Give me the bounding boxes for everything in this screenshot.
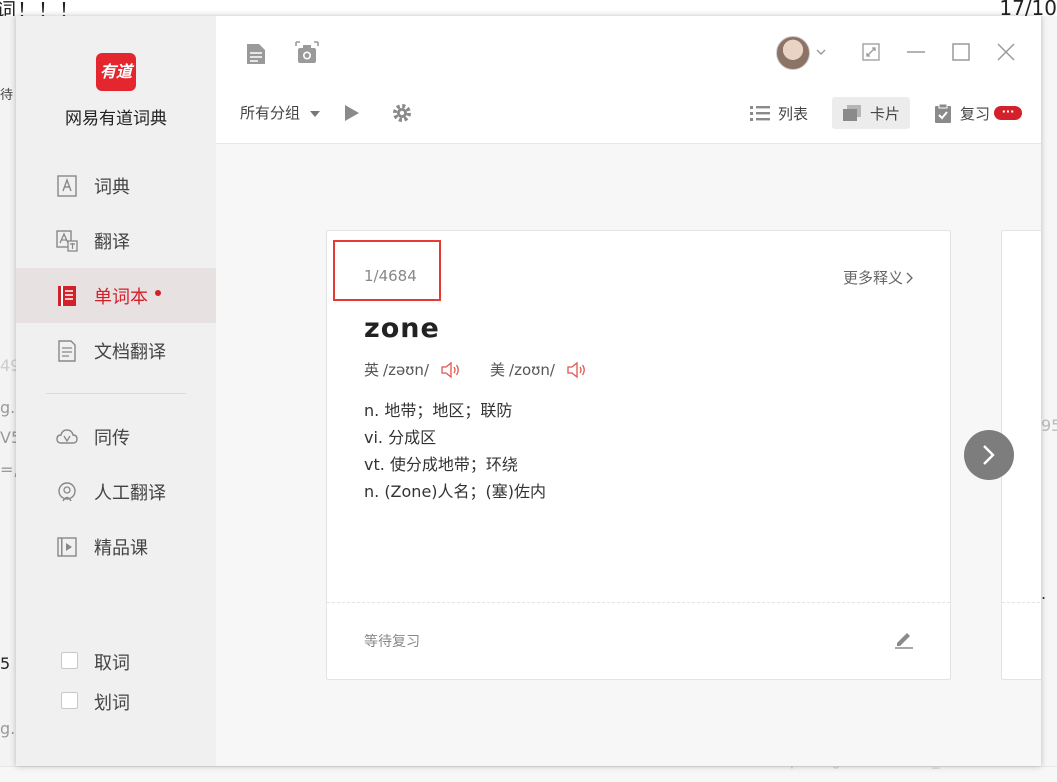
sidebar-item-human-translate[interactable]: 人工翻译 xyxy=(16,464,216,519)
uk-pronunciation: 英 /zəʊn/ xyxy=(364,359,461,380)
sidebar: 有道 网易有道词典 词典 翻译 单词本 文档翻译 同传 人工翻译 精品课 取词 … xyxy=(16,16,216,766)
speaker-icon[interactable] xyxy=(441,361,461,379)
us-phonetic: /zoʊn/ xyxy=(509,360,555,379)
wordbook-icon xyxy=(58,285,76,306)
mini-mode-icon[interactable] xyxy=(861,42,881,62)
notification-dot xyxy=(155,290,161,296)
sidebar-divider xyxy=(46,393,186,394)
sidebar-item-label: 文档翻译 xyxy=(94,341,166,363)
more-definitions-link[interactable]: 更多释义 xyxy=(843,267,914,288)
review-button[interactable]: 复习 ··· xyxy=(924,97,1032,129)
definitions-list: n. 地带；地区；联防 vi. 分成区 vt. 使分成地带；环绕 n. (Zon… xyxy=(364,397,546,505)
avatar[interactable] xyxy=(776,36,810,70)
card-counter: 1/4684 xyxy=(364,267,417,285)
us-pronunciation: 美 /zoʊn/ xyxy=(490,359,587,380)
definition-line: n. 地带；地区；联防 xyxy=(364,401,513,420)
sidebar-item-label: 词典 xyxy=(94,176,130,198)
checkbox[interactable] xyxy=(61,652,78,669)
card-divider xyxy=(327,602,950,603)
background-fragment: g. xyxy=(0,398,16,417)
sidebar-item-label: 精品课 xyxy=(94,537,148,559)
review-badge: ··· xyxy=(994,106,1023,120)
sidebar-item-label: 翻译 xyxy=(94,231,130,253)
select-word-checkbox[interactable]: 划词 xyxy=(16,686,216,716)
sidebar-item-document-translate[interactable]: 文档翻译 xyxy=(16,323,216,378)
background-top-bar: 词！！！ 17/10 xyxy=(0,0,1057,22)
chevron-down-icon xyxy=(310,110,321,117)
checkbox-label: 划词 xyxy=(94,693,130,714)
chevron-down-icon[interactable] xyxy=(816,49,826,56)
gear-icon[interactable] xyxy=(392,103,412,123)
background-fragment: =, xyxy=(0,460,16,479)
play-icon[interactable] xyxy=(344,104,360,122)
app-window: 有道 网易有道词典 词典 翻译 单词本 文档翻译 同传 人工翻译 精品课 取词 … xyxy=(16,16,1041,766)
next-card-button[interactable] xyxy=(964,430,1014,480)
sidebar-item-translate[interactable]: 翻译 xyxy=(16,213,216,268)
background-fragment: 待 xyxy=(0,88,14,103)
view-list-button[interactable]: 列表 xyxy=(740,97,818,129)
view-list-label: 列表 xyxy=(778,104,809,123)
simultaneous-icon xyxy=(56,428,78,444)
checkbox-label: 取词 xyxy=(94,653,130,674)
checkbox[interactable] xyxy=(61,692,78,709)
screenshot-camera-icon[interactable] xyxy=(295,41,319,65)
maximize-icon[interactable] xyxy=(951,42,971,62)
headword: zone xyxy=(364,313,440,344)
review-label: 复习 xyxy=(960,104,991,123)
us-label: 美 xyxy=(490,361,506,379)
chevron-right-icon xyxy=(983,445,995,465)
speaker-icon[interactable] xyxy=(567,361,587,379)
uk-label: 英 xyxy=(364,361,380,379)
word-card: 1/4684 更多释义 zone 英 /zəʊn/ 美 /zoʊn/ n. 地带… xyxy=(326,230,951,680)
background-right-strip: 95 . xyxy=(1041,16,1057,766)
sidebar-item-wordbook[interactable]: 单词本 xyxy=(16,268,216,323)
sidebar-item-label: 同传 xyxy=(94,427,130,449)
view-card-label: 卡片 xyxy=(870,104,901,123)
sidebar-item-label: 单词本 xyxy=(94,286,148,308)
view-card-button[interactable]: 卡片 xyxy=(832,97,911,129)
clipboard-check-icon xyxy=(935,103,951,123)
background-fragment: 5 xyxy=(0,654,11,673)
human-translate-icon xyxy=(58,481,76,501)
definition-line: n. (Zone)人名；(塞)佐内 xyxy=(364,482,547,501)
group-select-value: 所有分组 xyxy=(240,104,301,122)
minimize-icon[interactable] xyxy=(906,42,926,62)
card-divider xyxy=(1002,602,1041,603)
sidebar-item-dictionary[interactable]: 词典 xyxy=(16,158,216,213)
list-icon xyxy=(750,106,770,121)
review-status: 等待复习 xyxy=(364,634,420,650)
document-icon xyxy=(58,339,76,362)
main-panel: 所有分组 列表 卡片 复习 ··· 1/4684 更多释义 zone 英 /zə… xyxy=(216,16,1041,766)
app-name: 网易有道词典 xyxy=(65,109,167,129)
close-icon[interactable] xyxy=(996,42,1016,62)
translate-icon xyxy=(56,229,78,252)
sidebar-item-simultaneous[interactable]: 同传 xyxy=(16,409,216,464)
background-fragment: g. xyxy=(0,719,16,738)
background-left-strip: 待 49 g. V5 =, 5 g. xyxy=(0,16,16,782)
group-select[interactable]: 所有分组 xyxy=(240,102,321,123)
background-fragment: V5 xyxy=(0,428,16,447)
course-icon xyxy=(57,536,77,557)
background-fragment: . xyxy=(1041,584,1047,603)
background-fragment: 95 xyxy=(1041,416,1057,435)
app-logo: 有道 xyxy=(96,53,136,91)
uk-phonetic: /zəʊn/ xyxy=(383,360,429,379)
definition-line: vt. 使分成地带；环绕 xyxy=(364,455,518,474)
dictionary-icon xyxy=(57,174,77,197)
background-fragment: 49 xyxy=(0,356,16,375)
sidebar-item-course[interactable]: 精品课 xyxy=(16,519,216,574)
definition-line: vi. 分成区 xyxy=(364,428,437,447)
cards-icon xyxy=(843,105,861,121)
more-definitions-label: 更多释义 xyxy=(842,269,903,287)
notes-icon[interactable] xyxy=(246,43,266,65)
chevron-right-icon xyxy=(906,272,913,284)
capture-word-checkbox[interactable]: 取词 xyxy=(16,646,216,676)
pencil-icon[interactable] xyxy=(894,629,914,649)
sidebar-item-label: 人工翻译 xyxy=(94,482,166,504)
toolbar: 所有分组 列表 卡片 复习 ··· xyxy=(216,16,1041,144)
